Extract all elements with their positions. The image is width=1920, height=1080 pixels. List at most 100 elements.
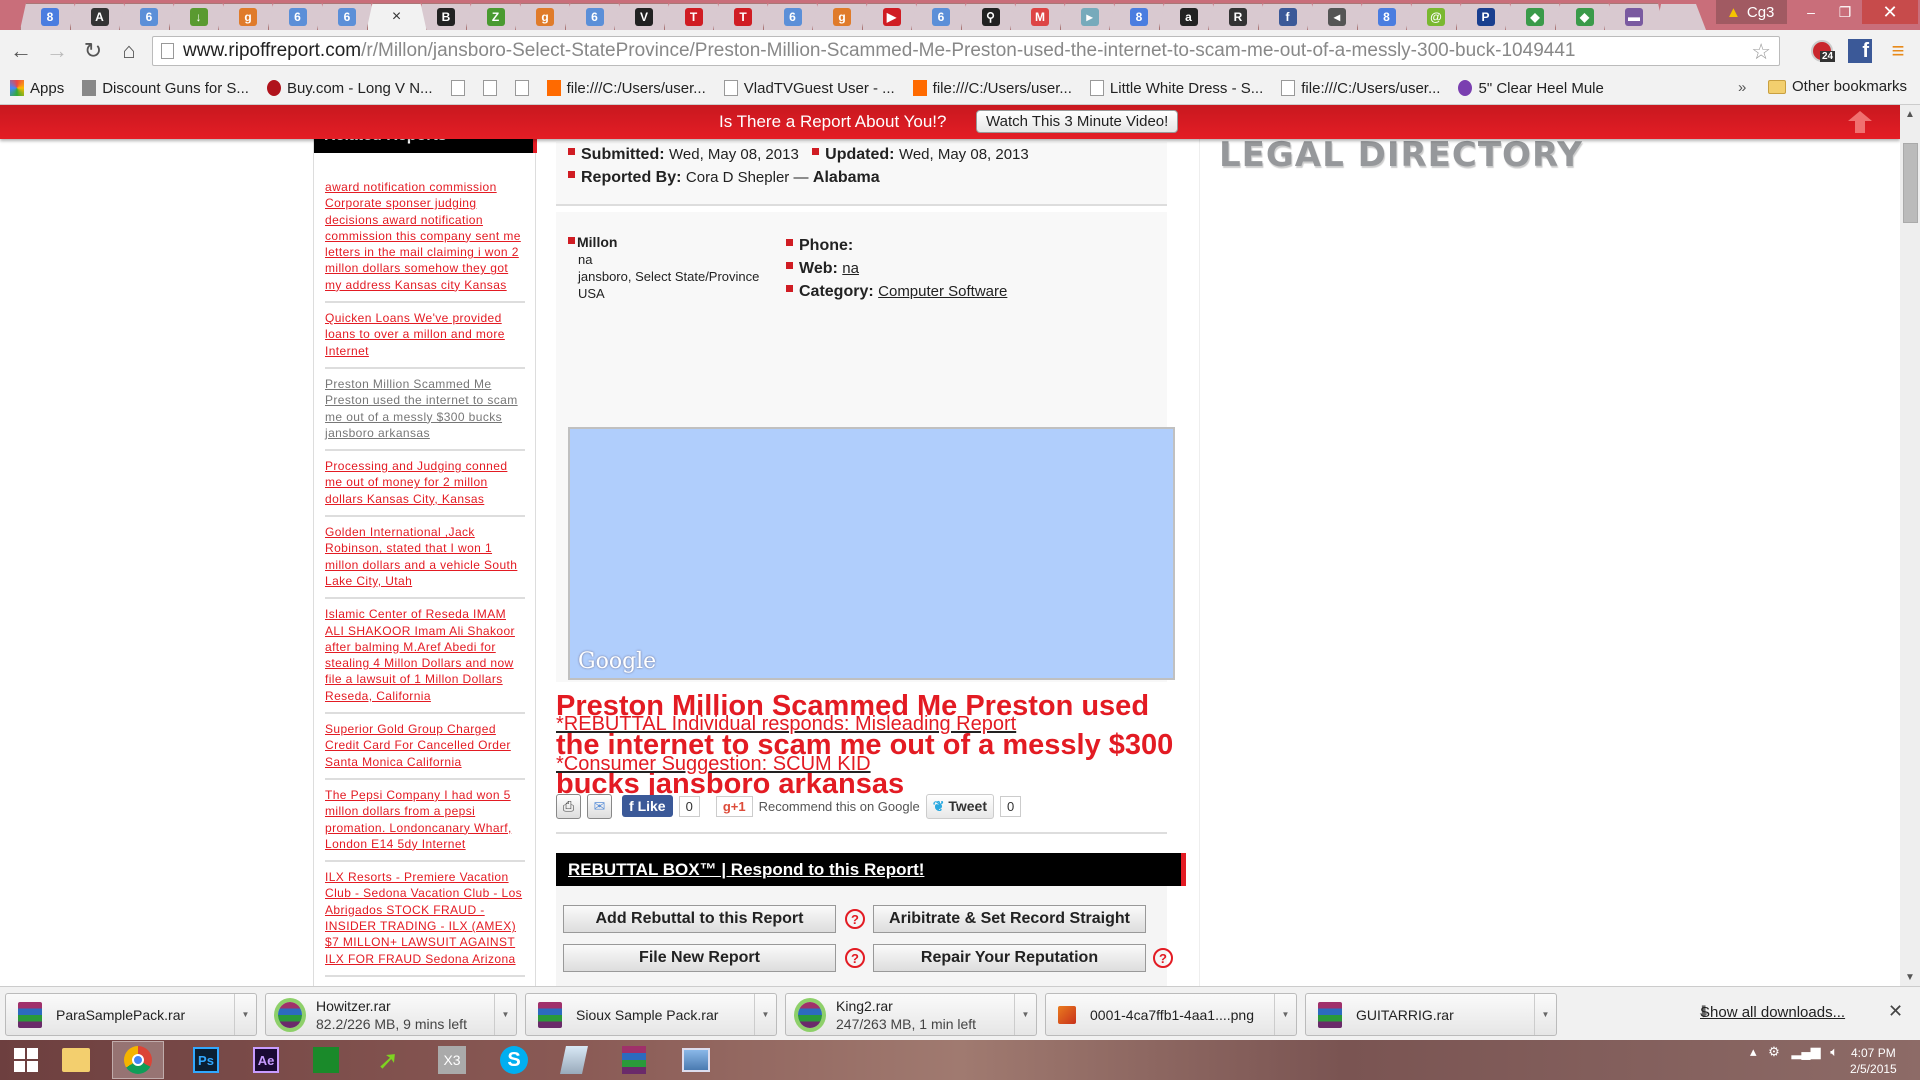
bookmark-item[interactable] <box>450 80 465 96</box>
google-plus-button[interactable]: g+1 <box>715 795 753 817</box>
related-report-link[interactable]: Quicken Loans We've provided loans to ov… <box>325 310 525 369</box>
consumer-suggestion-link[interactable]: *Consumer Suggestion: SCUM KID <box>556 753 871 776</box>
file-new-report-button[interactable]: File New Report <box>563 944 836 972</box>
minimize-button[interactable]: – <box>1796 0 1826 24</box>
page-scrollbar[interactable]: ▲ ▼ <box>1900 105 1920 986</box>
download-menu-chevron-icon[interactable]: ▼ <box>1534 994 1556 1035</box>
other-bookmarks-folder[interactable]: Other bookmarks <box>1768 78 1907 95</box>
adblock-extension[interactable]: 24 <box>1808 37 1836 65</box>
taskbar-arrow-app[interactable]: ➚ <box>362 1041 414 1079</box>
add-rebuttal-button[interactable]: Add Rebuttal to this Report <box>563 905 836 933</box>
page-icon <box>482 80 497 96</box>
taskbar-skype[interactable]: S <box>488 1041 540 1079</box>
scroll-down-arrow-icon[interactable]: ▼ <box>1900 968 1920 986</box>
reload-button[interactable]: ↻ <box>80 38 106 64</box>
arbitrate-button[interactable]: Aribitrate & Set Record Straight <box>873 905 1146 933</box>
rebuttal-box-link[interactable]: REBUTTAL BOX™ | Respond to this Report! <box>568 860 924 880</box>
volume-icon[interactable]: 🔈︎ <box>1830 1044 1838 1059</box>
g-orange-icon: g <box>239 8 257 26</box>
watch-video-button[interactable]: Watch This 3 Minute Video! <box>976 110 1179 133</box>
taskbar-winrar[interactable] <box>608 1041 660 1079</box>
tweet-button[interactable]: ❦ Tweet <box>925 793 994 819</box>
taskbar-chrome[interactable] <box>112 1041 164 1079</box>
related-report-link[interactable]: The Pepsi Company I had won 5 millon dol… <box>325 787 525 863</box>
bookmark-label: file:///C:/Users/user... <box>566 79 706 97</box>
facebook-extension[interactable]: f <box>1846 37 1874 65</box>
taskbar-after-effects[interactable]: Ae <box>240 1041 292 1079</box>
scroll-up-arrow-icon[interactable]: ▲ <box>1900 105 1920 123</box>
taskbar-photoshop[interactable]: Ps <box>180 1041 232 1079</box>
show-hidden-icons-button[interactable]: ▴ <box>1750 1044 1757 1059</box>
taskbar-store[interactable] <box>300 1041 352 1079</box>
related-report-link[interactable]: award notification commission Corporate … <box>325 179 525 304</box>
maximize-button[interactable]: ❐ <box>1830 0 1860 24</box>
rebuttal-link[interactable]: *REBUTTAL Individual responds: Misleadin… <box>556 713 1016 736</box>
system-clock[interactable]: 4:07 PM 2/5/2015 <box>1850 1045 1897 1077</box>
bookmark-item[interactable]: Buy.com - Long V N... <box>266 80 433 97</box>
network-status-icon[interactable]: ⚙ <box>1768 1044 1780 1059</box>
close-tab-icon[interactable]: × <box>392 8 401 26</box>
signal-icon[interactable]: ▂▄▆ <box>1791 1044 1820 1059</box>
help-icon[interactable]: ? <box>1153 948 1173 968</box>
related-report-link[interactable]: Processing and Judging conned me out of … <box>325 458 525 518</box>
email-button[interactable]: ✉ <box>587 793 612 819</box>
related-report-link[interactable]: Superior Gold Group Charged Credit Card … <box>325 721 525 780</box>
swirl-icon: 6 <box>338 8 356 26</box>
print-button[interactable]: ⎙ <box>556 793 581 819</box>
category-link[interactable]: Computer Software <box>878 283 1007 300</box>
tab-active[interactable]: × <box>366 3 427 30</box>
bookmark-item[interactable]: file:///C:/Users/user... <box>1281 80 1440 97</box>
bookmark-item[interactable]: Little White Dress - S... <box>1089 80 1263 97</box>
bookmark-item[interactable]: VladTVGuest User - ... <box>723 80 895 97</box>
help-icon[interactable]: ? <box>845 948 865 968</box>
taskbar-explorer[interactable] <box>50 1041 102 1079</box>
related-report-link[interactable]: Islamic Center of Reseda IMAM ALI SHAKOO… <box>325 606 525 715</box>
related-report-link[interactable]: Preston Million Scammed Me Preston used … <box>325 376 525 452</box>
download-item[interactable]: Sioux Sample Pack.rar ▼ <box>525 993 777 1036</box>
bookmark-item[interactable] <box>482 80 497 96</box>
taskbar-photos[interactable] <box>670 1041 722 1079</box>
scrollbar-thumb[interactable] <box>1903 143 1918 223</box>
facebook-like-button[interactable]: f Like <box>622 795 673 817</box>
help-icon[interactable]: ? <box>845 909 865 929</box>
new-tab-button[interactable] <box>1656 4 1706 30</box>
tab[interactable]: ▬ <box>1604 3 1664 30</box>
taskbar-x3[interactable]: X3 <box>426 1041 478 1079</box>
download-menu-chevron-icon[interactable]: ▼ <box>754 994 776 1035</box>
forward-button[interactable]: → <box>44 38 70 64</box>
show-all-downloads-link[interactable]: Show all downloads... <box>1700 1004 1845 1021</box>
download-item[interactable]: ParaSamplePack.rar ▼ <box>5 993 257 1036</box>
bookmarks-overflow-button[interactable]: » <box>1738 79 1746 96</box>
address-bar[interactable]: www.ripoffreport.com/r/Millon/jansboro-S… <box>152 36 1780 66</box>
back-button[interactable]: ← <box>8 38 34 64</box>
bookmark-item[interactable]: 5" Clear Heel Mule <box>1458 80 1604 97</box>
menu-button[interactable]: ≡ <box>1884 37 1912 65</box>
close-downloads-button[interactable]: ✕ <box>1888 1001 1903 1022</box>
bookmark-item[interactable]: file:///C:/Users/user... <box>546 79 706 97</box>
download-menu-chevron-icon[interactable]: ▼ <box>1274 994 1296 1035</box>
download-menu-chevron-icon[interactable]: ▼ <box>494 994 516 1035</box>
category-label: Category: <box>799 283 874 300</box>
web-link[interactable]: na <box>842 260 859 277</box>
download-item[interactable]: King2.rar 247/263 MB, 1 min left ▼ <box>785 993 1037 1036</box>
home-button[interactable]: ⌂ <box>116 38 142 64</box>
bookmark-item[interactable]: file:///C:/Users/user... <box>912 80 1072 97</box>
download-menu-chevron-icon[interactable]: ▼ <box>1014 994 1036 1035</box>
related-report-link[interactable]: Golden International ,Jack Robinson, sta… <box>325 524 525 600</box>
repair-reputation-button[interactable]: Repair Your Reputation <box>873 944 1146 972</box>
close-window-button[interactable]: ✕ <box>1862 0 1918 24</box>
bookmark-item[interactable] <box>514 80 529 96</box>
related-report-link[interactable]: ILX Resorts - Premiere Vacation Club - S… <box>325 869 525 977</box>
bookmark-item[interactable]: Discount Guns for S... <box>82 80 249 97</box>
download-item[interactable]: 0001-4ca7ffb1-4aa1....png ▼ <box>1045 993 1297 1036</box>
download-menu-chevron-icon[interactable]: ▼ <box>234 994 256 1035</box>
bookmark-item[interactable]: Apps <box>10 80 64 97</box>
taskbar-notepad[interactable] <box>548 1041 600 1079</box>
profile-button[interactable]: ▲ Cg3 <box>1716 0 1787 24</box>
back-to-top-arrow-icon[interactable] <box>1848 111 1872 133</box>
download-item[interactable]: GUITARRIG.rar ▼ <box>1305 993 1557 1036</box>
start-button[interactable] <box>0 1041 52 1079</box>
location-map[interactable]: Google <box>568 427 1175 680</box>
bookmark-star-icon[interactable]: ☆ <box>1751 39 1771 65</box>
download-item[interactable]: Howitzer.rar 82.2/226 MB, 9 mins left ▼ <box>265 993 517 1036</box>
